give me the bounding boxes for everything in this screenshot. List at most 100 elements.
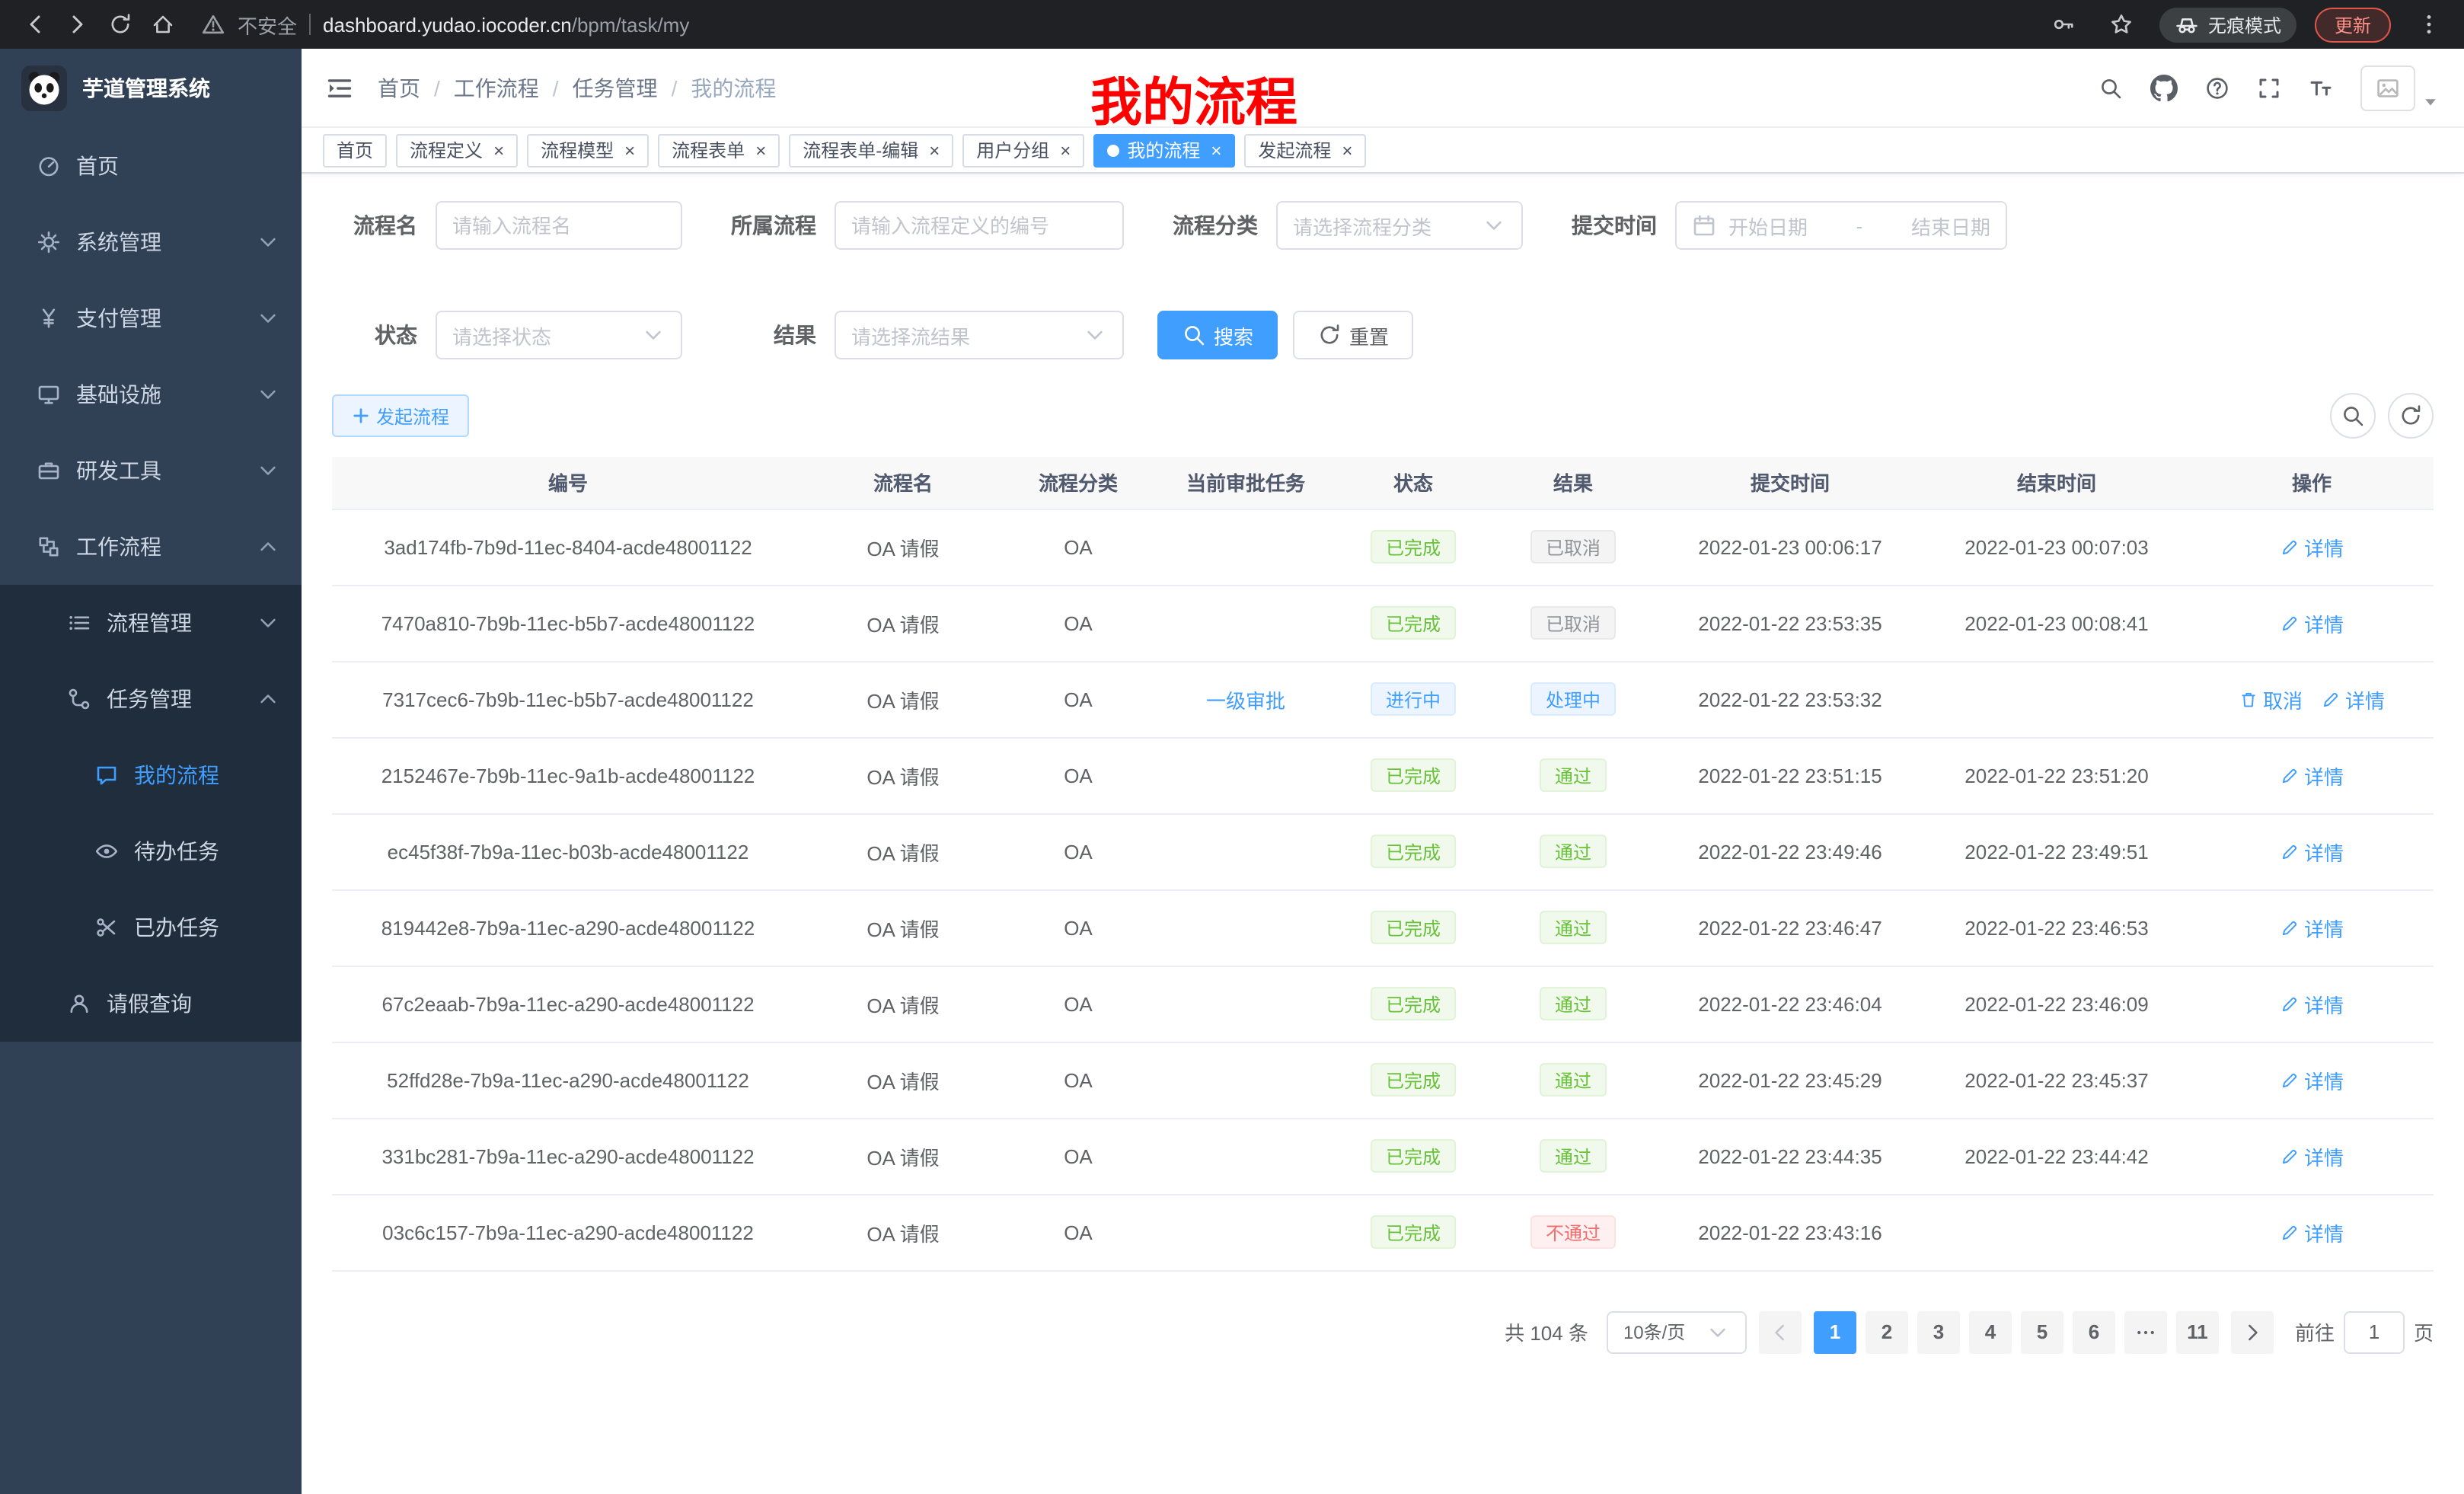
column-header: 当前审批任务 [1154, 457, 1337, 509]
cell-end-time: 2022-01-23 00:07:03 [1923, 509, 2190, 585]
next-page-button[interactable] [2231, 1310, 2274, 1353]
breadcrumb-item[interactable]: 首页 [378, 72, 420, 103]
process-name-input[interactable] [452, 214, 665, 237]
sidebar-item-home[interactable]: 首页 [0, 128, 302, 204]
date-range-picker[interactable]: 开始日期 - 结束日期 [1675, 201, 2007, 250]
sidebar-item-infrastructure[interactable]: 基础设施 [0, 356, 302, 433]
toggle-search-button[interactable] [2330, 393, 2376, 439]
result-tag: 通过 [1540, 835, 1607, 868]
browser-back-icon[interactable] [15, 5, 55, 44]
content: 流程名 所属流程 流程分类 请选择流程分类 [302, 174, 2464, 1353]
cancel-link[interactable]: 取消 [2239, 685, 2303, 713]
detail-link[interactable]: 详情 [2280, 1141, 2344, 1170]
sidebar-item-dev-tools[interactable]: 研发工具 [0, 433, 302, 509]
tags-view-tab-3[interactable]: 流程表单× [658, 133, 780, 167]
detail-link[interactable]: 详情 [2280, 1065, 2344, 1094]
sidebar-item-done-tasks[interactable]: 已办任务 [0, 889, 302, 966]
create-process-button[interactable]: 发起流程 [332, 394, 469, 437]
tags-view-tab-4[interactable]: 流程表单-编辑× [789, 133, 953, 167]
sidebar-item-payment-management[interactable]: 支付管理 [0, 280, 302, 356]
page-button-4[interactable]: 4 [1969, 1310, 2012, 1353]
sidebar-item-system-management[interactable]: 系统管理 [0, 204, 302, 280]
sidebar-item-process-management[interactable]: 流程管理 [0, 585, 302, 661]
search-button[interactable]: 搜索 [1157, 311, 1278, 359]
sidebar-toggle-icon[interactable] [326, 74, 353, 101]
page-button-3[interactable]: 3 [1917, 1310, 1960, 1353]
main-area: 首页/工作流程/任务管理/我的流程 我的流程 首页流程定义×流程模型×流程表单×… [302, 49, 2464, 1494]
sidebar-item-label: 支付管理 [76, 303, 161, 334]
page-button-1[interactable]: 1 [1814, 1310, 1856, 1353]
app-logo[interactable]: 芋道管理系统 [0, 49, 302, 128]
process-definition-input[interactable] [851, 214, 1107, 237]
font-size-icon[interactable] [2309, 75, 2333, 100]
page-button-2[interactable]: 2 [1866, 1310, 1908, 1353]
cell-process-name: OA 请假 [804, 1194, 1002, 1270]
page-button-5[interactable]: 5 [2021, 1310, 2063, 1353]
detail-link[interactable]: 详情 [2280, 1218, 2344, 1247]
sidebar-item-task-management[interactable]: 任务管理 [0, 661, 302, 737]
browser-update-button[interactable]: 更新 [2315, 7, 2391, 42]
detail-link[interactable]: 详情 [2321, 685, 2385, 713]
page-size-select[interactable]: 10条/页 [1607, 1310, 1747, 1353]
detail-link[interactable]: 详情 [2280, 532, 2344, 561]
breadcrumb-item[interactable]: 任务管理 [573, 72, 658, 103]
tags-view-tab-2[interactable]: 流程模型× [527, 133, 649, 167]
cell-status: 进行中 [1337, 661, 1489, 737]
refresh-table-button[interactable] [2388, 393, 2434, 439]
bookmark-star-icon[interactable] [2102, 5, 2141, 44]
search-icon[interactable] [2099, 75, 2123, 100]
chevron-up-icon [256, 535, 280, 559]
browser-menu-kebab-icon[interactable] [2409, 5, 2449, 44]
close-icon[interactable]: × [1211, 141, 1221, 159]
breadcrumb-item[interactable]: 工作流程 [454, 72, 539, 103]
detail-link[interactable]: 详情 [2280, 837, 2344, 866]
cell-process-name: OA 请假 [804, 966, 1002, 1042]
page-button-6[interactable]: 6 [2073, 1310, 2115, 1353]
close-icon[interactable]: × [755, 141, 766, 159]
breadcrumb-item: 我的流程 [691, 72, 776, 103]
prev-page-button[interactable] [1759, 1310, 1802, 1353]
cell-current-task [1154, 1042, 1337, 1118]
tags-view-tab-1[interactable]: 流程定义× [396, 133, 518, 167]
category-label: 流程分类 [1157, 210, 1258, 241]
reset-button[interactable]: 重置 [1293, 311, 1413, 359]
sidebar-item-todo-tasks[interactable]: 待办任务 [0, 813, 302, 889]
close-icon[interactable]: × [493, 141, 504, 159]
github-icon[interactable] [2150, 74, 2178, 101]
close-icon[interactable]: × [1060, 141, 1071, 159]
detail-link[interactable]: 详情 [2280, 761, 2344, 790]
sidebar-item-leave-query[interactable]: 请假查询 [0, 966, 302, 1042]
tags-view-tab-7[interactable]: 发起流程× [1244, 133, 1366, 167]
goto-page-input[interactable] [2344, 1310, 2405, 1353]
tags-view-tab-6[interactable]: 我的流程× [1093, 133, 1235, 167]
result-select[interactable]: 请选择流结果 [835, 311, 1124, 359]
close-icon[interactable]: × [1342, 141, 1352, 159]
tags-view-tab-5[interactable]: 用户分组 × [962, 133, 1084, 167]
sidebar-item-workflow[interactable]: 工作流程 [0, 509, 302, 585]
password-key-icon[interactable] [2044, 5, 2083, 44]
start-date-placeholder: 开始日期 [1728, 211, 1808, 240]
fullscreen-icon[interactable] [2257, 75, 2281, 100]
more-pages-button[interactable] [2124, 1310, 2167, 1353]
detail-link[interactable]: 详情 [2280, 913, 2344, 942]
filter-form: 流程名 所属流程 流程分类 请选择流程分类 [332, 201, 2434, 359]
tags-view-tab-0[interactable]: 首页 [323, 133, 387, 167]
browser-forward-icon[interactable] [58, 5, 97, 44]
detail-link[interactable]: 详情 [2280, 989, 2344, 1018]
browser-reload-icon[interactable] [101, 5, 140, 44]
status-select[interactable]: 请选择状态 [436, 311, 682, 359]
browser-home-icon[interactable] [143, 5, 183, 44]
help-icon[interactable] [2205, 75, 2229, 100]
detail-link[interactable]: 详情 [2280, 608, 2344, 637]
category-select[interactable]: 请选择流程分类 [1276, 201, 1523, 250]
address-bar[interactable]: 不安全 dashboard.yudao.iocoder.cn/bpm/task/… [201, 10, 2041, 39]
close-icon[interactable]: × [929, 141, 940, 159]
cell-actions: 详情 [2190, 813, 2434, 889]
close-icon[interactable]: × [624, 141, 635, 159]
sidebar-item-my-process[interactable]: 我的流程 [0, 737, 302, 813]
page-button-11[interactable]: 11 [2176, 1310, 2219, 1353]
user-avatar[interactable] [2360, 65, 2440, 110]
tab-label: 用户分组 [976, 137, 1049, 163]
current-task-link[interactable]: 一级审批 [1206, 685, 1285, 713]
eye-icon [94, 839, 119, 864]
